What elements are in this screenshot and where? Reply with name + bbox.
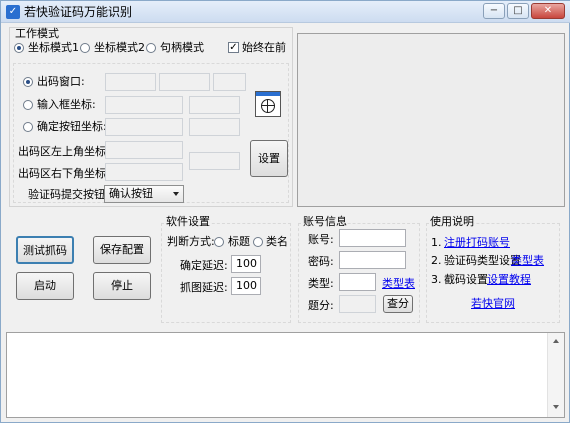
usage-title: 使用说明: [430, 215, 474, 229]
window-title: 若快验证码万能识别: [24, 5, 133, 19]
usage-type-table-link[interactable]: 类型表: [511, 254, 544, 268]
radio-handle-mode[interactable]: [146, 43, 156, 53]
radio-judge-class[interactable]: [253, 237, 263, 247]
scroll-up-icon[interactable]: [553, 339, 559, 343]
crosshair-target-button[interactable]: [255, 91, 281, 117]
top-left-field[interactable]: [105, 141, 183, 159]
setup-tutorial-link[interactable]: 设置教程: [487, 273, 531, 287]
submit-button-label: 验证码提交按钮:: [28, 188, 109, 201]
set-button[interactable]: 设置: [250, 140, 288, 177]
judge-mode-label: 判断方式:: [167, 235, 215, 248]
usage-step2-number: 2.: [431, 254, 442, 267]
confirm-delay-label: 确定延迟:: [180, 259, 228, 272]
app-icon: ✓: [6, 5, 20, 19]
log-scrollbar[interactable]: [547, 333, 564, 417]
source-window-field-3[interactable]: [213, 73, 246, 91]
test-capture-button[interactable]: 测试抓码: [16, 236, 74, 264]
coord-mode-1-label: 坐标模式1: [28, 41, 79, 54]
judge-title-label: 标题: [228, 235, 250, 248]
save-config-button[interactable]: 保存配置: [93, 236, 151, 264]
log-output-area[interactable]: [6, 332, 565, 418]
crosshair-vertical: [267, 99, 268, 113]
password-label: 密码:: [308, 255, 334, 268]
usage-step2-text: 验证码类型设置: [444, 254, 521, 267]
scroll-down-icon[interactable]: [553, 405, 559, 409]
radio-confirm-button[interactable]: [23, 122, 33, 132]
work-mode-title: 工作模式: [15, 27, 59, 40]
query-points-button[interactable]: 查分: [383, 295, 413, 313]
points-field: [339, 295, 376, 313]
crosshair-horizontal: [261, 105, 275, 106]
chevron-down-icon: [173, 192, 179, 196]
input-box-label: 输入框坐标:: [37, 98, 96, 111]
confirm-button-y-field[interactable]: [189, 118, 240, 136]
close-button[interactable]: ✕: [531, 3, 565, 19]
radio-input-box[interactable]: [23, 100, 33, 110]
top-left-label: 出码区左上角坐标:: [18, 145, 110, 158]
start-button[interactable]: 启动: [16, 272, 74, 300]
handle-mode-label: 句柄模式: [160, 41, 204, 54]
points-label: 题分:: [308, 299, 334, 312]
type-input[interactable]: [339, 273, 376, 291]
official-site-link[interactable]: 若快官网: [471, 297, 515, 311]
software-settings-title: 软件设置: [166, 215, 210, 229]
bottom-right-field[interactable]: [105, 163, 183, 181]
area-size-field[interactable]: [189, 152, 240, 170]
submit-select-value: 确认按钮: [109, 187, 153, 200]
confirm-button-label: 确定按钮坐标:: [37, 120, 107, 133]
minimize-button[interactable]: −: [483, 3, 505, 19]
account-info-title: 账号信息: [303, 215, 347, 229]
stop-button[interactable]: 停止: [93, 272, 151, 300]
maximize-button[interactable]: □: [507, 3, 529, 19]
username-input[interactable]: [339, 229, 406, 247]
crosshair-icon: [261, 99, 275, 113]
source-window-field-2[interactable]: [159, 73, 210, 91]
title-bar[interactable]: ✓ 若快验证码万能识别 − □ ✕: [1, 1, 570, 23]
password-input[interactable]: [339, 251, 406, 269]
radio-coord-mode-2[interactable]: [80, 43, 90, 53]
usage-step3-number: 3.: [431, 273, 442, 286]
type-table-link[interactable]: 类型表: [382, 277, 415, 291]
username-label: 账号:: [308, 233, 334, 246]
capture-delay-label: 抓图延迟:: [180, 281, 228, 294]
crosshair-target-bar: [256, 92, 280, 96]
bottom-right-label: 出码区右下角坐标:: [18, 167, 110, 180]
judge-class-label: 类名: [266, 235, 288, 248]
radio-judge-title[interactable]: [214, 237, 224, 247]
usage-step3-text: 截码设置: [444, 273, 488, 286]
radio-source-window[interactable]: [23, 77, 33, 87]
confirm-button-x-field[interactable]: [105, 118, 183, 136]
captcha-preview-area: [297, 33, 565, 207]
source-window-field-1[interactable]: [105, 73, 156, 91]
input-box-y-field[interactable]: [189, 96, 240, 114]
always-on-top-checkbox[interactable]: ✓: [228, 42, 239, 53]
submit-button-select[interactable]: 确认按钮: [104, 185, 184, 203]
usage-step1-number: 1.: [431, 236, 442, 249]
radio-coord-mode-1[interactable]: [14, 43, 24, 53]
main-window: ✓ 若快验证码万能识别 − □ ✕ 工作模式 坐标模式1 坐标模式2 句柄模式 …: [0, 0, 570, 423]
type-label: 类型:: [308, 277, 334, 290]
capture-delay-input[interactable]: 100: [231, 277, 261, 295]
source-window-label: 出码窗口:: [37, 75, 85, 88]
input-box-x-field[interactable]: [105, 96, 183, 114]
coord-mode-2-label: 坐标模式2: [94, 41, 145, 54]
confirm-delay-input[interactable]: 100: [231, 255, 261, 273]
always-on-top-label: 始终在前: [242, 41, 286, 54]
register-account-link[interactable]: 注册打码账号: [444, 236, 510, 250]
